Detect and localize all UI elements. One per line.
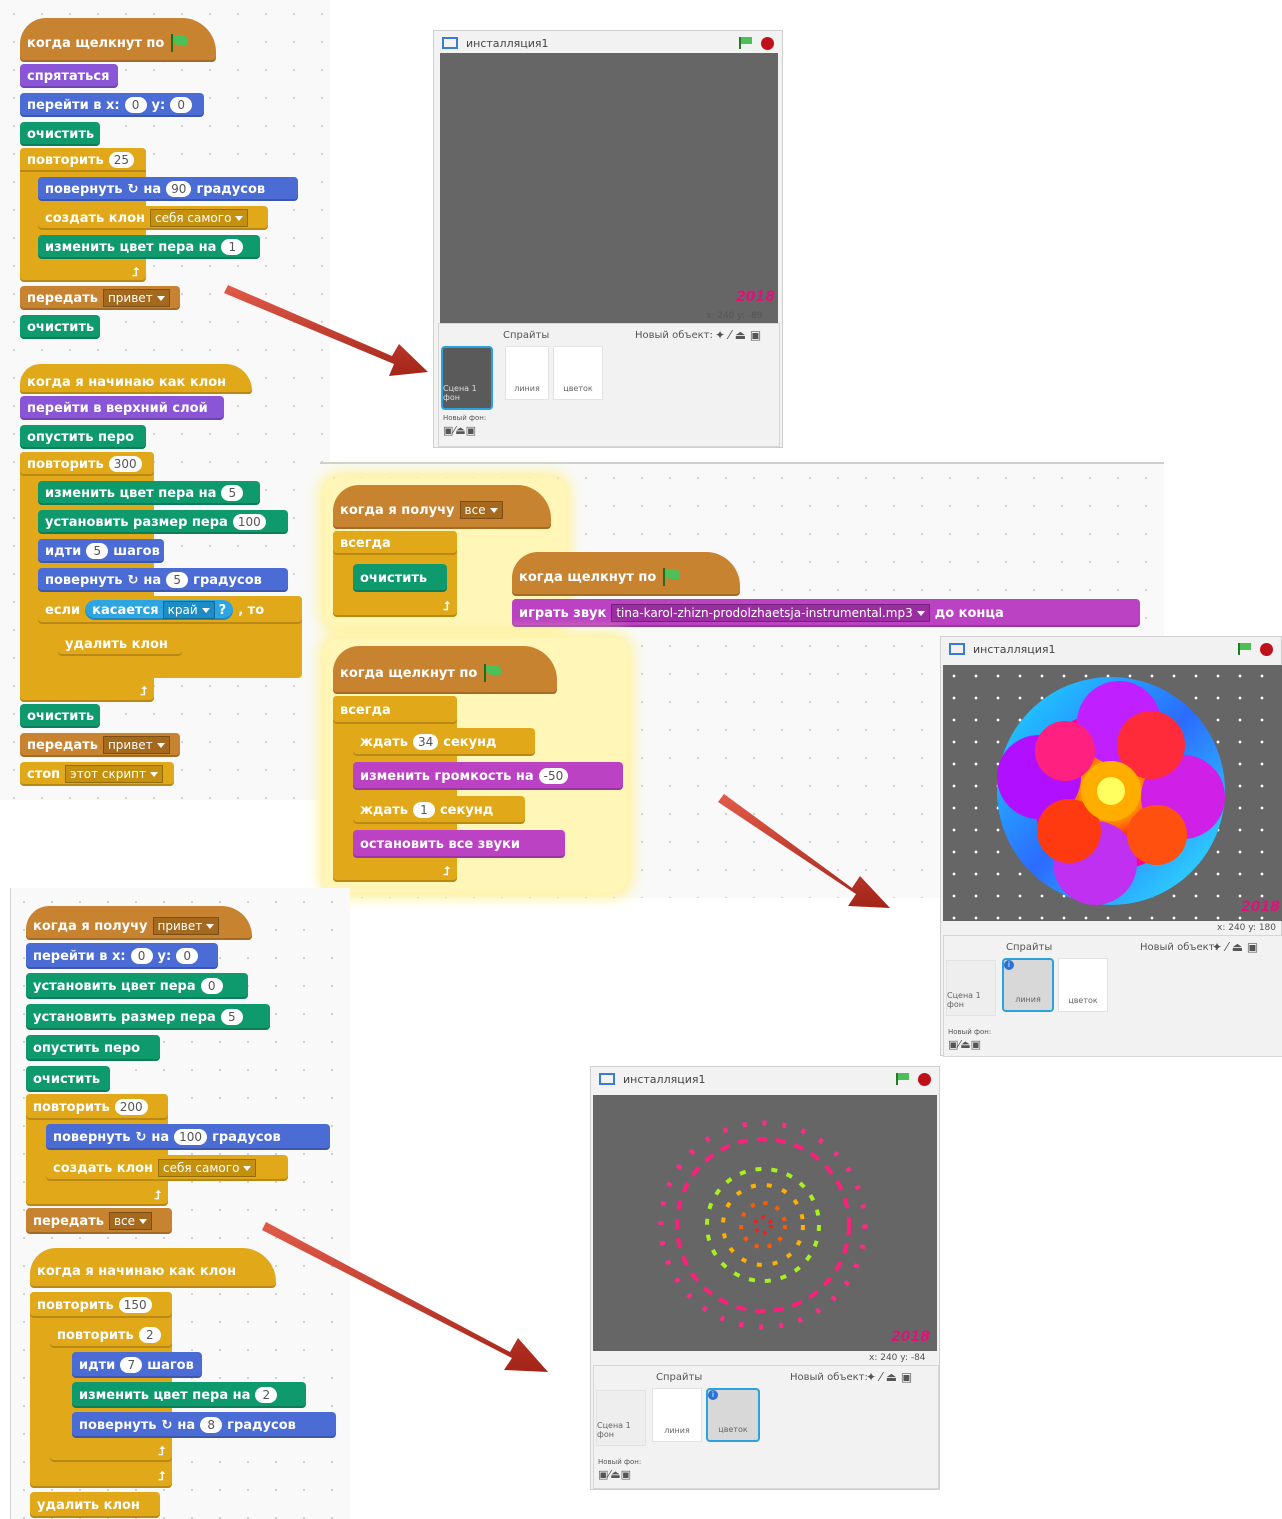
arrow-icon [224, 285, 428, 376]
arrow-1 [224, 285, 890, 1372]
arrow-icon [718, 794, 890, 908]
arrow-icon [262, 1222, 548, 1372]
